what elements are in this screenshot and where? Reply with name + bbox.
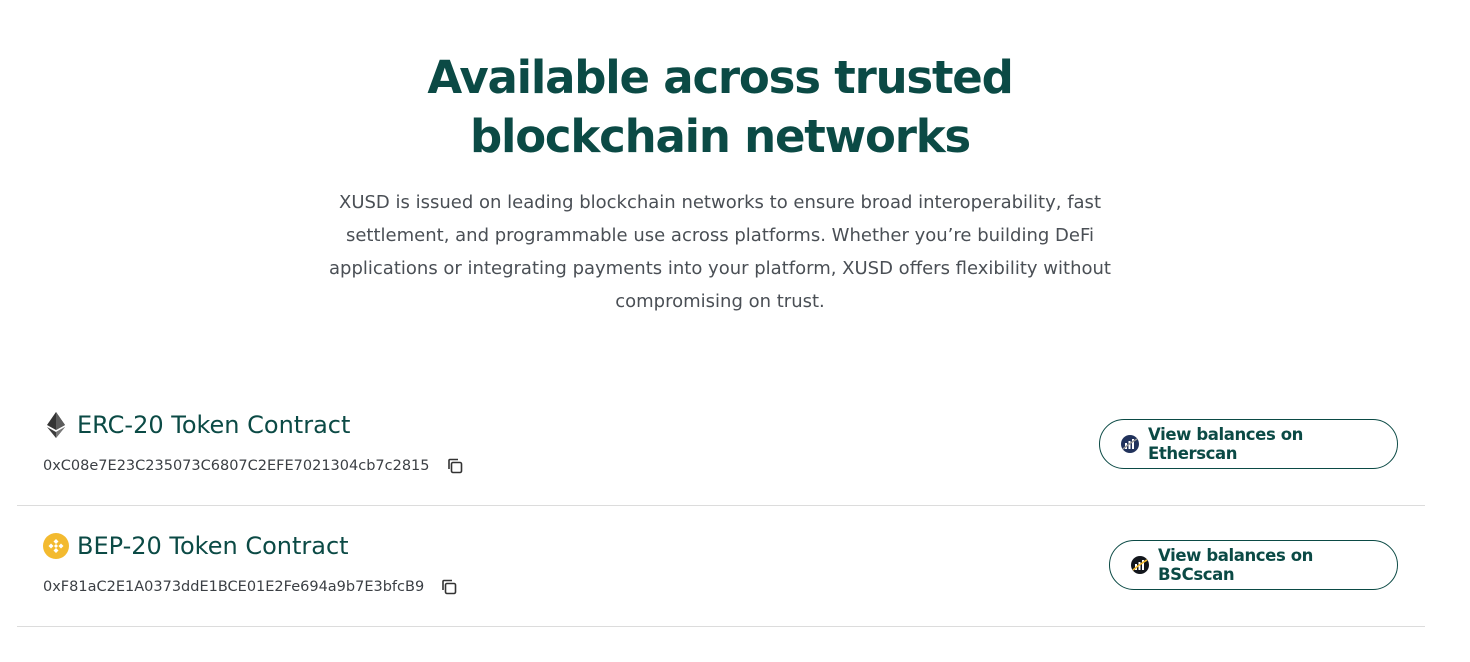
hero-description: XUSD is issued on leading blockchain net…	[329, 192, 1111, 312]
contract-row-bep20: BEP-20 Token Contract 0xF81aC2E1A0373ddE…	[17, 506, 1425, 627]
contract-title-label: BEP-20 Token Contract	[77, 532, 349, 560]
view-etherscan-label: View balances on Etherscan	[1148, 425, 1304, 463]
bnb-icon	[43, 533, 69, 559]
contract-title-bep20: BEP-20 Token Contract	[43, 532, 349, 560]
copy-address-button[interactable]	[444, 455, 466, 477]
copy-icon	[447, 458, 462, 474]
view-bscscan-label: View balances on BSCscan	[1158, 546, 1314, 584]
contract-row-erc20: ERC-20 Token Contract 0xC08e7E23C235073C…	[17, 385, 1425, 506]
contract-address-erc20: 0xC08e7E23C235073C6807C2EFE7021304cb7c28…	[43, 455, 466, 477]
copy-address-button[interactable]	[438, 576, 460, 598]
contract-address-text: 0xC08e7E23C235073C6807C2EFE7021304cb7c28…	[43, 458, 430, 474]
view-bscscan-button[interactable]: View balances on BSCscan	[1109, 540, 1398, 590]
contract-title-erc20: ERC-20 Token Contract	[43, 411, 350, 439]
hero-section: Available across trusted blockchain netw…	[0, 48, 1440, 318]
contract-address-bep20: 0xF81aC2E1A0373ddE1BCE01E2Fe694a9b7E3bfc…	[43, 576, 460, 598]
page-title: Available across trusted blockchain netw…	[427, 51, 1014, 163]
ethereum-icon	[43, 412, 69, 438]
bscscan-icon	[1130, 555, 1150, 575]
contract-address-text: 0xF81aC2E1A0373ddE1BCE01E2Fe694a9b7E3bfc…	[43, 579, 425, 595]
etherscan-icon	[1120, 434, 1140, 454]
contract-title-label: ERC-20 Token Contract	[77, 411, 351, 439]
copy-icon	[442, 579, 457, 595]
view-etherscan-button[interactable]: View balances on Etherscan	[1099, 419, 1398, 469]
